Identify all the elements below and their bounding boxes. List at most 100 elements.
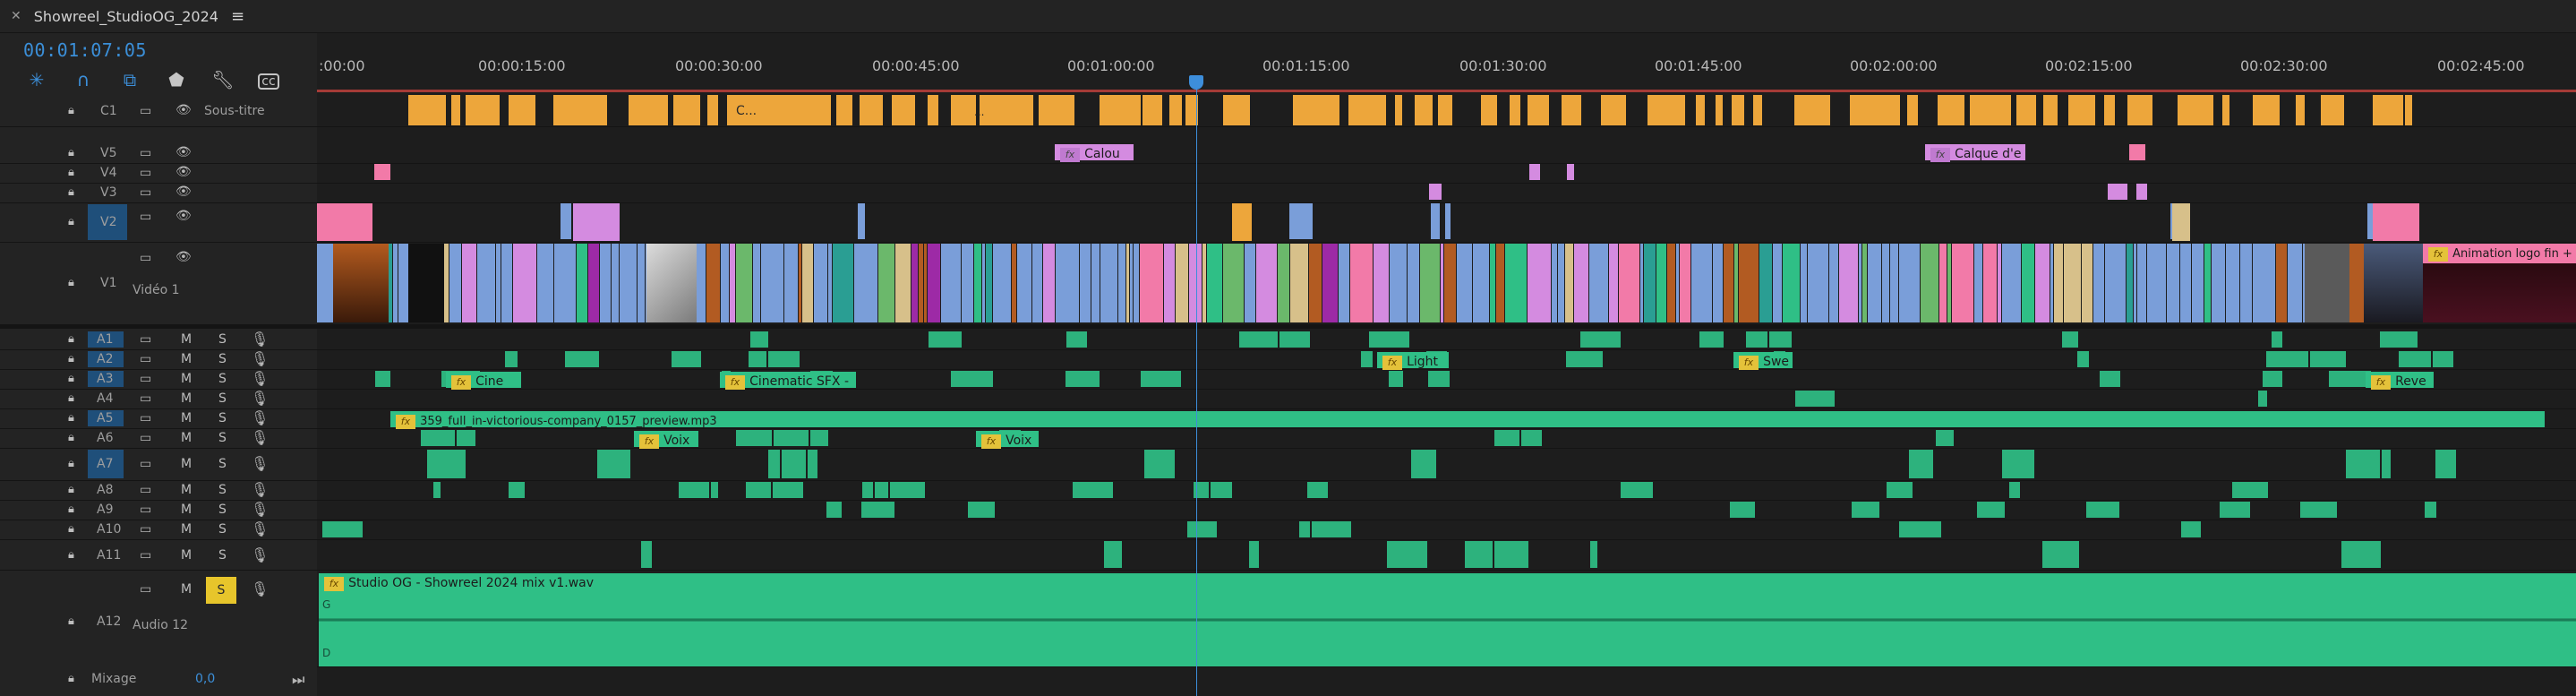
v1-clip[interactable] <box>1043 244 1055 322</box>
v1-clip[interactable] <box>1444 244 1456 322</box>
v1-clip[interactable] <box>924 244 927 322</box>
caption-clip[interactable] <box>928 95 938 125</box>
v3-clip[interactable] <box>2108 184 2127 200</box>
toggle-sync-icon[interactable]: ▭ <box>140 411 151 425</box>
v1-clip[interactable] <box>577 244 587 322</box>
caption-clip[interactable] <box>553 95 607 125</box>
v1-clip[interactable] <box>1773 244 1782 322</box>
v1-clip[interactable] <box>1974 244 1982 322</box>
a3-clip[interactable] <box>2263 371 2282 387</box>
microphone-icon[interactable]: 🎙︎ <box>251 350 269 367</box>
caption-clip[interactable] <box>2405 95 2412 125</box>
v1-clip[interactable] <box>1783 244 1800 322</box>
a10-clip[interactable] <box>322 521 363 537</box>
v1-clip[interactable] <box>1134 244 1139 322</box>
v1-clip[interactable] <box>1939 244 1947 322</box>
a11-clip[interactable] <box>1104 541 1122 568</box>
v2-clip[interactable] <box>1232 203 1252 241</box>
v1-clip[interactable] <box>1862 244 1867 322</box>
v1-clip[interactable] <box>2180 244 2191 322</box>
a8-clip[interactable] <box>890 482 925 498</box>
v4-clip[interactable] <box>374 164 390 180</box>
nested-sequence-icon[interactable]: ✳ <box>25 68 48 91</box>
eye-icon[interactable]: 👁︎ <box>175 209 192 223</box>
a3-clip-cine[interactable]: fx Cine <box>446 372 521 390</box>
caption-clip[interactable] <box>836 95 852 125</box>
v1-clip[interactable] <box>1374 244 1389 322</box>
a8-clip[interactable] <box>1621 482 1653 498</box>
v1-clip[interactable] <box>1256 244 1277 322</box>
toggle-sync-icon[interactable]: ▭ <box>140 210 151 224</box>
v1-clip[interactable] <box>620 244 637 322</box>
v1-clip[interactable] <box>784 244 798 322</box>
solo-button[interactable]: S <box>218 522 227 537</box>
a11-clip[interactable] <box>1590 541 1597 568</box>
v1-clip[interactable] <box>721 244 729 322</box>
caption-clip[interactable] <box>1696 95 1705 125</box>
v1-clip[interactable] <box>1278 244 1289 322</box>
a2-clip-light[interactable]: fx Light <box>1377 352 1449 370</box>
v1-clip[interactable] <box>802 244 813 322</box>
caption-clip[interactable] <box>2068 95 2095 125</box>
lock-icon[interactable]: 🔒︎ <box>68 372 74 385</box>
caption-clip[interactable] <box>2296 95 2305 125</box>
a8-clip[interactable] <box>679 482 709 498</box>
a11-clip[interactable] <box>641 541 652 568</box>
v1-clip[interactable] <box>1350 244 1373 322</box>
a11-clip[interactable] <box>1465 541 1493 568</box>
caption-clip[interactable] <box>2127 95 2152 125</box>
v1-clip[interactable] <box>962 244 973 322</box>
a9-clip[interactable] <box>1852 502 1879 518</box>
v1-clip[interactable] <box>1245 244 1255 322</box>
v1-clip[interactable] <box>1868 244 1881 322</box>
toggle-sync-icon[interactable]: ▭ <box>140 483 151 497</box>
v2-clip[interactable] <box>2373 203 2419 241</box>
caption-clip[interactable] <box>1528 95 1540 125</box>
caption-clip[interactable] <box>1732 95 1744 125</box>
lock-icon[interactable]: 🔒︎ <box>68 614 74 628</box>
solo-button[interactable]: S <box>218 372 227 386</box>
toggle-sync-icon[interactable]: ▭ <box>140 548 151 563</box>
caption-clip[interactable] <box>1415 95 1433 125</box>
lock-icon[interactable]: 🔒︎ <box>68 522 74 536</box>
a2-clip[interactable] <box>1361 351 1373 367</box>
a4-clip[interactable] <box>2258 391 2267 407</box>
caption-clip[interactable] <box>1907 95 1918 125</box>
toggle-sync-icon[interactable]: ▭ <box>140 431 151 445</box>
a3-clip[interactable] <box>1389 371 1403 387</box>
v3-clip[interactable] <box>2136 184 2147 200</box>
v1-clip[interactable] <box>1589 244 1608 322</box>
v1-clip[interactable] <box>2204 244 2211 322</box>
a2-clip[interactable] <box>2310 351 2346 367</box>
v1-clip[interactable] <box>537 244 553 322</box>
mute-button[interactable]: M <box>181 332 192 347</box>
a7-clip[interactable] <box>1144 450 1175 478</box>
v1-clip[interactable] <box>1558 244 1564 322</box>
v1-clip[interactable] <box>638 244 645 322</box>
a1-clip[interactable] <box>1369 331 1409 348</box>
toggle-sync-icon[interactable]: ▭ <box>140 522 151 537</box>
lock-icon[interactable]: 🔒︎ <box>68 391 74 405</box>
lock-icon[interactable]: 🔒︎ <box>68 276 74 289</box>
v4-clip[interactable] <box>1529 164 1540 180</box>
caption-clip[interactable] <box>629 95 668 125</box>
lock-icon[interactable]: 🔒︎ <box>68 332 74 346</box>
v1-clip[interactable] <box>1176 244 1188 322</box>
a10-clip[interactable] <box>1312 521 1351 537</box>
v1-clip[interactable] <box>554 244 576 322</box>
v1-clip[interactable] <box>2253 244 2275 322</box>
caption-clip[interactable] <box>1143 95 1162 125</box>
v1-clip[interactable] <box>1691 244 1712 322</box>
v1-clip[interactable] <box>513 244 536 322</box>
v1-clip[interactable] <box>1012 244 1016 322</box>
v1-clip[interactable] <box>1734 244 1738 322</box>
a1-clip[interactable] <box>750 331 768 348</box>
lock-icon[interactable]: 🔒︎ <box>68 185 74 199</box>
v1-clip[interactable] <box>2064 244 2081 322</box>
v1-clip[interactable] <box>2147 244 2166 322</box>
caption-clip[interactable] <box>892 95 915 125</box>
a8-clip[interactable] <box>433 482 441 498</box>
v1-clip[interactable] <box>895 244 911 322</box>
caption-clip[interactable] <box>1395 95 1402 125</box>
toggle-sync-icon[interactable]: ▭ <box>140 104 151 118</box>
